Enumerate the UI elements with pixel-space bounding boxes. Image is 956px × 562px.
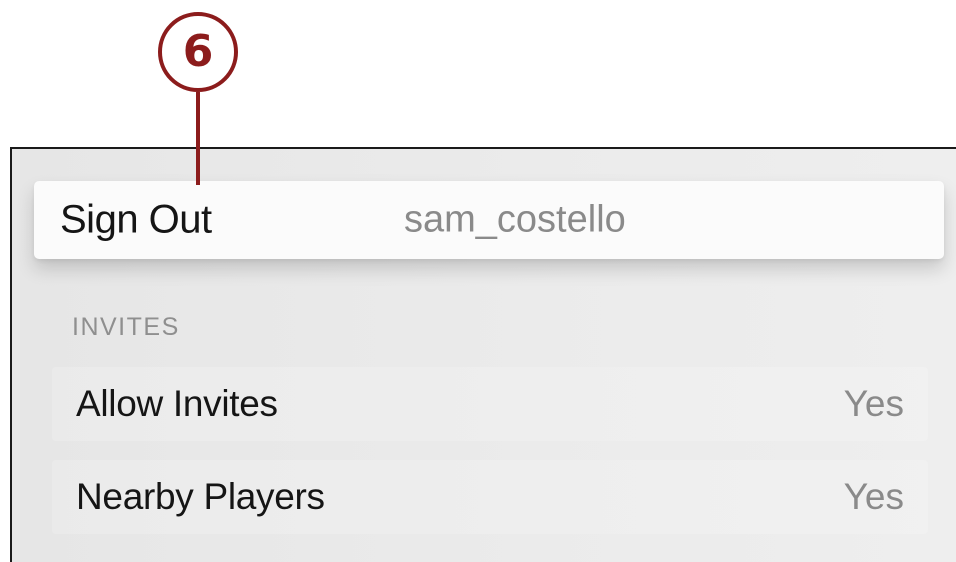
account-username: sam_costello [404,198,626,241]
game-center-settings-screen: Sign Out sam_costello INVITES Allow Invi… [10,147,956,562]
nearby-players-value: Yes [843,476,904,517]
allow-invites-row[interactable]: Allow Invites Yes [52,367,928,441]
sign-out-button[interactable]: Sign Out sam_costello [34,181,944,259]
nearby-players-row[interactable]: Nearby Players Yes [52,460,928,534]
invites-section-header: INVITES [72,313,180,341]
allow-invites-label: Allow Invites [76,383,278,424]
sign-out-label: Sign Out [60,197,212,242]
nearby-players-label: Nearby Players [76,476,325,517]
callout-number: 6 [182,26,214,77]
allow-invites-value: Yes [843,383,904,424]
callout-pointer-line [196,92,200,185]
callout-marker: 6 [158,12,238,92]
